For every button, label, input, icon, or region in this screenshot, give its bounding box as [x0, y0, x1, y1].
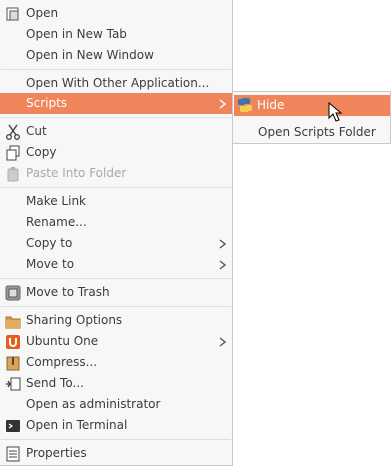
open-file-icon	[5, 6, 21, 22]
menu-item-label: Make Link	[26, 194, 86, 208]
chevron-right-icon	[219, 98, 227, 109]
menu-item-open-as-administrator[interactable]: Open as administrator	[0, 394, 232, 415]
menu-item-properties[interactable]: Properties	[0, 443, 232, 464]
copy-icon	[5, 145, 21, 161]
context-menu: Open Open in New Tab Open in New Window …	[0, 0, 233, 466]
scripts-submenu: Hide Open Scripts Folder	[232, 91, 391, 144]
menu-item-label: Open With Other Application...	[26, 76, 210, 90]
mouse-pointer-icon	[328, 101, 344, 124]
menu-separator	[1, 306, 231, 307]
menu-item-label: Open in New Window	[26, 48, 154, 62]
submenu-item-open-scripts-folder[interactable]: Open Scripts Folder	[234, 122, 390, 143]
menu-item-paste-into-folder: Paste Into Folder	[0, 163, 232, 184]
menu-item-open-with[interactable]: Open With Other Application...	[0, 73, 232, 94]
menu-item-label: Open	[26, 6, 59, 20]
menu-item-label: Ubuntu One	[26, 334, 99, 348]
menu-item-label: Cut	[26, 124, 47, 138]
menu-item-label: Move to Trash	[26, 285, 110, 299]
folder-share-icon	[5, 313, 21, 329]
menu-item-label: Copy	[26, 145, 57, 159]
menu-separator	[1, 278, 231, 279]
menu-item-move-to-trash[interactable]: Move to Trash	[0, 282, 232, 303]
menu-item-label: Properties	[26, 446, 87, 460]
send-to-icon	[5, 376, 21, 392]
menu-item-label: Scripts	[26, 96, 68, 110]
menu-item-label: Rename...	[26, 215, 87, 229]
menu-item-copy[interactable]: Copy	[0, 142, 232, 163]
submenu-item-hide[interactable]: Hide	[234, 95, 390, 116]
submenu-item-label: Hide	[257, 98, 285, 112]
menu-item-label: Copy to	[26, 236, 73, 250]
menu-item-sharing-options[interactable]: Sharing Options	[0, 310, 232, 331]
menu-item-label: Open as administrator	[26, 397, 161, 411]
menu-item-ubuntu-one[interactable]: Ubuntu One	[0, 331, 232, 352]
menu-separator	[1, 117, 231, 118]
menu-separator	[1, 439, 231, 440]
ubuntu-one-icon	[5, 334, 21, 350]
menu-item-open[interactable]: Open	[0, 3, 232, 24]
menu-item-label: Paste Into Folder	[26, 166, 127, 180]
menu-item-label: Open in New Tab	[26, 27, 127, 41]
menu-item-rename[interactable]: Rename...	[0, 212, 232, 233]
archive-icon	[5, 355, 21, 371]
menu-item-label: Send To...	[26, 376, 84, 390]
menu-item-open-new-tab[interactable]: Open in New Tab	[0, 24, 232, 45]
menu-separator	[1, 69, 231, 70]
menu-item-make-link[interactable]: Make Link	[0, 191, 232, 212]
menu-item-open-new-window[interactable]: Open in New Window	[0, 45, 232, 66]
properties-icon	[5, 446, 21, 462]
python-icon	[237, 97, 253, 113]
trash-icon	[5, 285, 21, 301]
menu-item-label: Open in Terminal	[26, 418, 128, 432]
menu-separator	[1, 187, 231, 188]
menu-item-scripts[interactable]: Scripts	[0, 93, 232, 114]
menu-item-label: Move to	[26, 257, 75, 271]
menu-item-compress[interactable]: Compress...	[0, 352, 232, 373]
menu-item-move-to[interactable]: Move to	[0, 254, 232, 275]
submenu-item-label: Open Scripts Folder	[258, 125, 376, 139]
scissors-icon	[5, 124, 21, 140]
menu-item-send-to[interactable]: Send To...	[0, 373, 232, 394]
paste-icon	[5, 166, 21, 182]
chevron-right-icon	[219, 336, 227, 347]
menu-item-label: Sharing Options	[26, 313, 123, 327]
menu-item-label: Compress...	[26, 355, 98, 369]
chevron-right-icon	[219, 238, 227, 249]
menu-item-cut[interactable]: Cut	[0, 121, 232, 142]
menu-item-open-in-terminal[interactable]: Open in Terminal	[0, 415, 232, 436]
chevron-right-icon	[219, 259, 227, 270]
terminal-icon	[5, 418, 21, 434]
menu-item-copy-to[interactable]: Copy to	[0, 233, 232, 254]
